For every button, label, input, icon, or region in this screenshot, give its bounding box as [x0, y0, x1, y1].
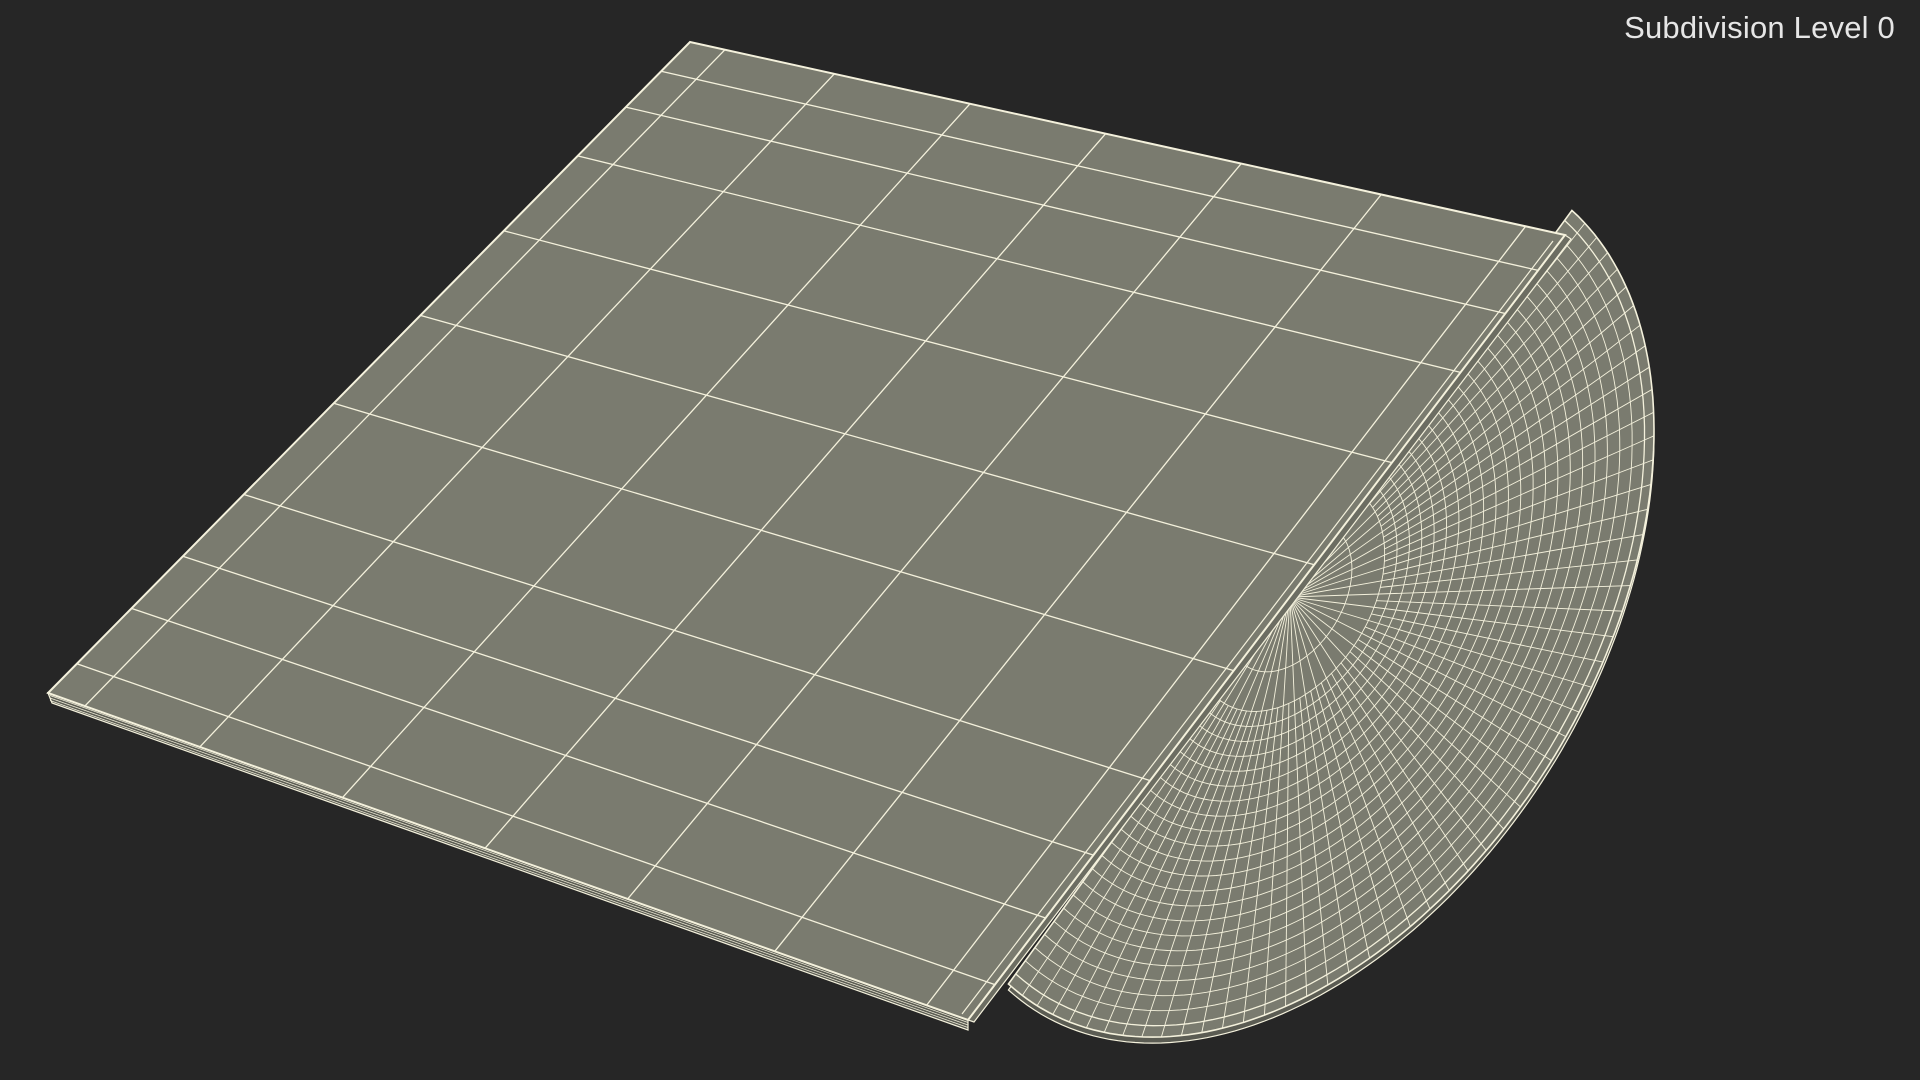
wireframe-model — [46, 40, 1655, 1044]
subdivision-level-label: Subdivision Level 0 — [1624, 10, 1895, 45]
3d-viewport[interactable]: Subdivision Level 0 — [0, 0, 1920, 1080]
